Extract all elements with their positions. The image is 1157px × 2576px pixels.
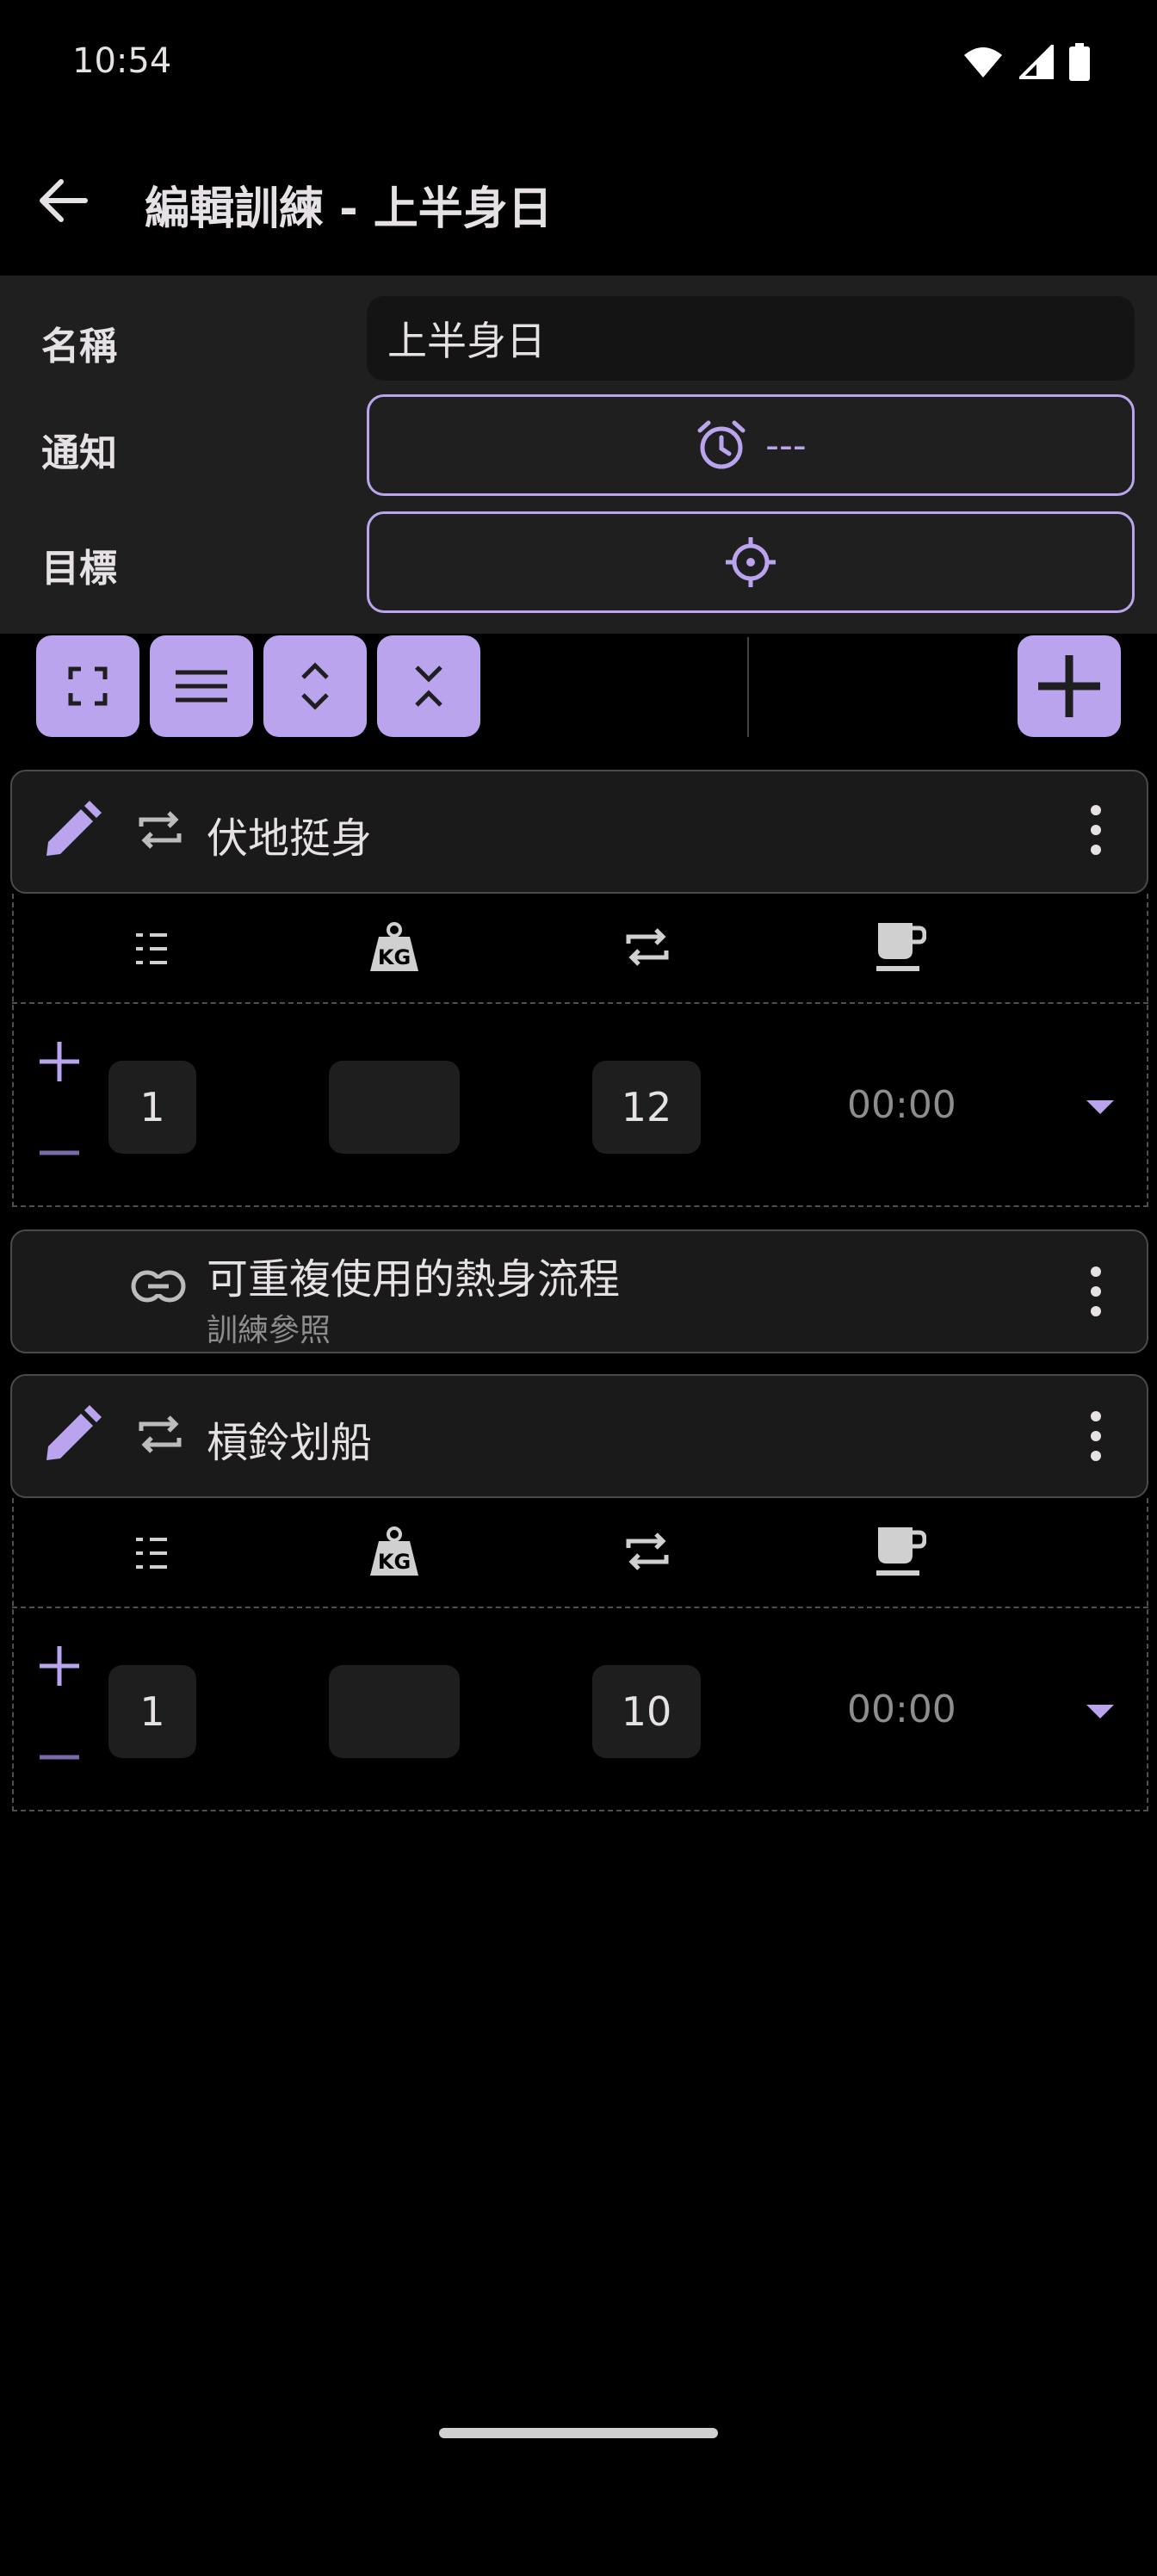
fullscreen-button[interactable]	[36, 635, 139, 737]
list-icon	[134, 1534, 169, 1572]
repeat-icon	[622, 1526, 673, 1577]
expand-icon	[300, 660, 331, 712]
weight-input[interactable]	[329, 1665, 460, 1758]
more-vert-icon[interactable]	[1088, 1264, 1104, 1319]
edit-icon[interactable]	[41, 801, 102, 861]
crosshair-icon	[724, 536, 777, 589]
more-vert-icon[interactable]	[1088, 1409, 1104, 1464]
weight-input[interactable]	[329, 1061, 460, 1154]
page-title: 編輯訓練 - 上半身日	[145, 183, 553, 235]
more-vert-icon[interactable]	[1088, 802, 1104, 858]
sets-divider	[12, 1607, 1148, 1608]
weight-kg-icon: KG	[368, 921, 420, 973]
svg-text:KG: KG	[378, 945, 411, 969]
exercise-title: 伏地挺身	[207, 814, 373, 863]
remove-set-icon[interactable]	[38, 1149, 81, 1157]
wifi-icon	[962, 45, 1004, 79]
dropdown-arrow-icon[interactable]	[1086, 1100, 1114, 1114]
battery-icon	[1069, 43, 1090, 81]
fullscreen-icon	[67, 666, 108, 707]
notification-button[interactable]: ---	[367, 394, 1135, 496]
arrow-back-icon	[37, 177, 89, 224]
rest-cup-icon	[875, 1524, 926, 1577]
home-indicator[interactable]	[439, 2428, 718, 2438]
notify-label: 通知	[41, 431, 117, 475]
name-field[interactable]: 上半身日	[367, 296, 1135, 381]
edit-icon[interactable]	[41, 1405, 102, 1465]
reorder-button[interactable]	[150, 635, 253, 737]
notification-value: ---	[765, 423, 807, 468]
reps-input[interactable]: 10	[592, 1665, 701, 1758]
status-time: 10:54	[72, 41, 172, 81]
remove-set-icon[interactable]	[38, 1753, 81, 1762]
repeat-icon[interactable]	[134, 1409, 186, 1460]
list-icon	[134, 930, 169, 968]
weight-kg-icon: KG	[368, 1526, 420, 1577]
reference-title: 可重複使用的熱身流程	[207, 1255, 621, 1303]
menu-lines-icon	[174, 667, 229, 705]
sets-divider	[12, 1002, 1148, 1004]
rest-time[interactable]: 00:00	[847, 1687, 956, 1731]
rest-time[interactable]: 00:00	[847, 1083, 956, 1127]
target-label: 目標	[41, 547, 117, 591]
dropdown-arrow-icon[interactable]	[1086, 1705, 1114, 1718]
add-icon	[1035, 652, 1104, 721]
expand-all-button[interactable]	[263, 635, 367, 737]
add-exercise-button[interactable]	[1018, 635, 1121, 737]
collapse-all-button[interactable]	[377, 635, 480, 737]
link-icon	[131, 1267, 186, 1305]
repeat-icon	[622, 921, 673, 973]
set-count[interactable]: 1	[108, 1061, 196, 1154]
set-count[interactable]: 1	[108, 1665, 196, 1758]
add-set-icon[interactable]	[38, 1040, 81, 1083]
toolbar-divider	[747, 637, 749, 737]
signal-icon	[1019, 45, 1054, 79]
alarm-clock-icon	[695, 418, 748, 472]
back-button[interactable]	[26, 164, 100, 238]
repeat-icon[interactable]	[134, 804, 186, 856]
add-set-icon[interactable]	[38, 1644, 81, 1687]
target-button[interactable]	[367, 511, 1135, 613]
reference-subtitle: 訓練參照	[207, 1313, 331, 1348]
rest-cup-icon	[875, 920, 926, 973]
sets-table	[12, 894, 1148, 1207]
svg-text:KG: KG	[378, 1550, 411, 1574]
reps-input[interactable]: 12	[592, 1061, 701, 1154]
collapse-icon	[413, 660, 444, 712]
exercise-title: 槓鈴划船	[207, 1419, 373, 1467]
name-label: 名稱	[41, 325, 117, 368]
sets-table	[12, 1498, 1148, 1811]
status-icons	[962, 43, 1090, 81]
